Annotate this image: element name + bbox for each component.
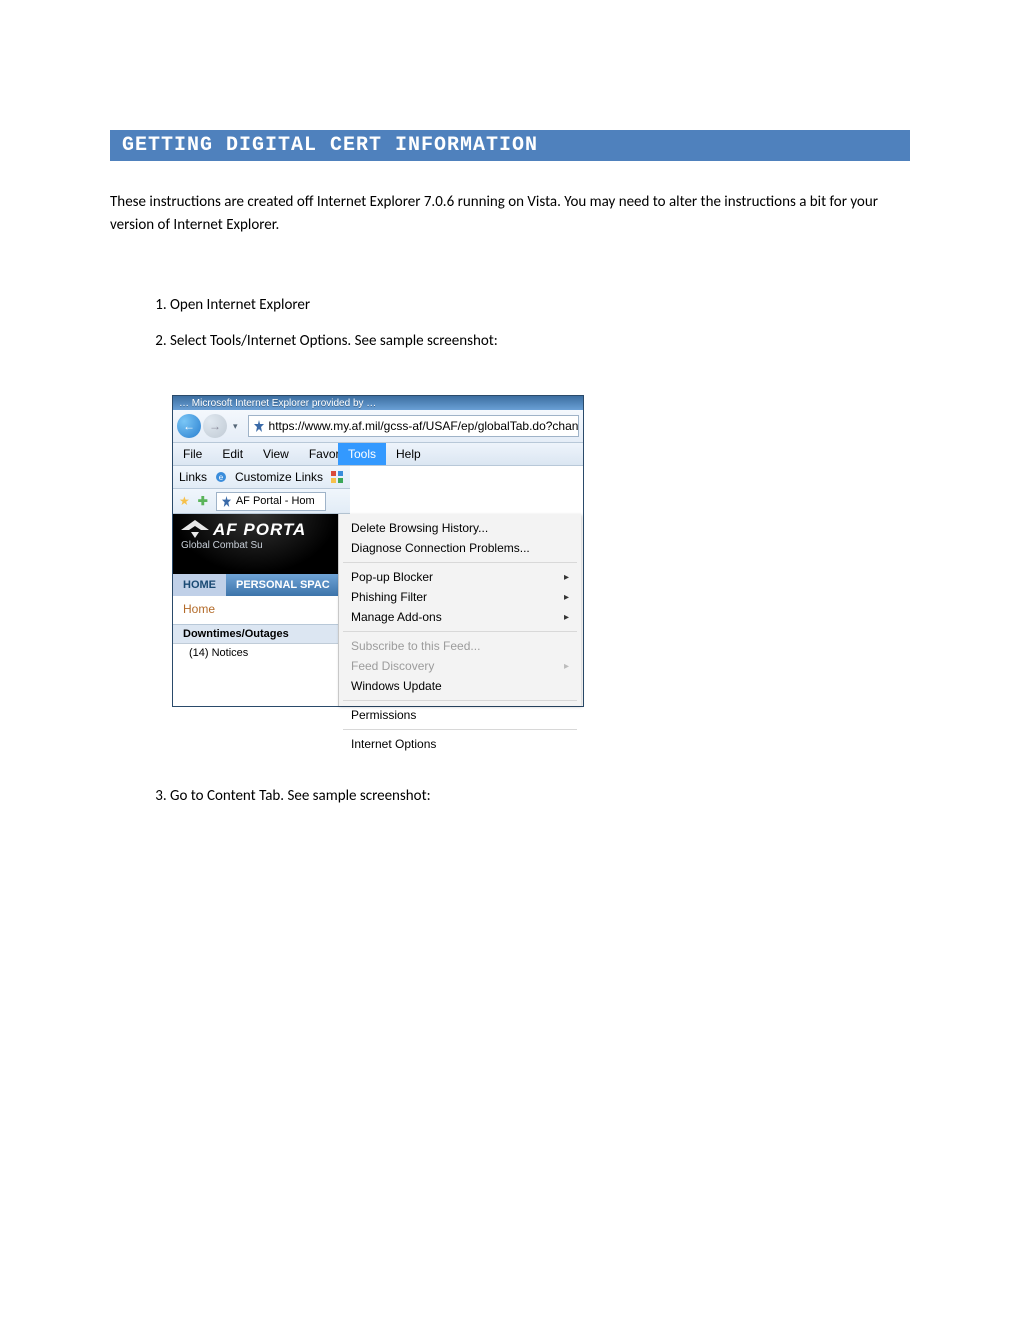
portal-tab-home[interactable]: HOME: [173, 574, 226, 596]
sidebar-row-notices[interactable]: (14) Notices: [173, 644, 338, 662]
af-site-icon: [221, 496, 232, 507]
window-titlebar: … Microsoft Internet Explorer provided b…: [173, 396, 583, 410]
dd-feed-discovery: Feed Discovery▸: [339, 656, 581, 676]
browser-tab-label: AF Portal - Hom: [236, 495, 315, 507]
dd-separator: [343, 562, 577, 563]
document-page: GETTING DIGITAL CERT INFORMATION These i…: [0, 0, 1020, 805]
customize-links[interactable]: Customize Links: [235, 470, 323, 484]
menu-bar: File Edit View Favorites Tools Help: [173, 443, 583, 466]
menu-edit[interactable]: Edit: [212, 443, 253, 465]
dd-manage-addons[interactable]: Manage Add-ons▸: [339, 607, 581, 627]
dd-permissions[interactable]: Permissions: [339, 705, 581, 725]
nav-toolbar: ← → ▾ https://www.my.af.mil/gcss-af/USAF…: [173, 410, 583, 443]
af-wings-icon: [181, 520, 209, 538]
submenu-arrow-icon: ▸: [564, 592, 569, 603]
dd-delete-history[interactable]: Delete Browsing History...: [339, 518, 581, 538]
step-3: Go to Content Tab. See sample screenshot…: [170, 787, 910, 805]
nav-history-dropdown-icon[interactable]: ▾: [229, 421, 242, 432]
dd-separator: [343, 700, 577, 701]
af-portal-banner: AF PORTA Global Combat Su: [173, 514, 338, 574]
dd-internet-options[interactable]: Internet Options: [339, 734, 581, 754]
google-icon: [331, 471, 343, 483]
forward-button[interactable]: →: [203, 414, 227, 438]
page-content: AF PORTA Global Combat Su HOME PERSONAL …: [173, 514, 583, 706]
screenshot-figure: … Microsoft Internet Explorer provided b…: [172, 395, 910, 707]
section-heading: GETTING DIGITAL CERT INFORMATION: [110, 130, 910, 161]
ie-window: … Microsoft Internet Explorer provided b…: [172, 395, 584, 707]
favorites-bar: ★ ✚ AF Portal - Hom: [173, 489, 350, 514]
links-label: Links: [179, 470, 207, 484]
intro-paragraph: These instructions are created off Inter…: [110, 191, 910, 236]
breadcrumb-home[interactable]: Home: [173, 596, 338, 624]
left-page-column: AF PORTA Global Combat Su HOME PERSONAL …: [173, 514, 339, 706]
site-icon: [253, 420, 265, 432]
dd-phishing-filter[interactable]: Phishing Filter▸: [339, 587, 581, 607]
svg-text:e: e: [219, 473, 224, 482]
dd-windows-update[interactable]: Windows Update: [339, 676, 581, 696]
menu-tools[interactable]: Tools: [338, 443, 386, 465]
submenu-arrow-icon: ▸: [564, 572, 569, 583]
address-text: https://www.my.af.mil/gcss-af/USAF/ep/gl…: [269, 419, 579, 433]
dd-separator: [343, 729, 577, 730]
tools-dropdown: Delete Browsing History... Diagnose Conn…: [338, 514, 581, 706]
add-favorite-icon[interactable]: ✚: [198, 494, 208, 508]
links-toolbar: Links e Customize Links: [173, 466, 350, 489]
back-arrow-icon: ←: [183, 419, 195, 433]
favorites-star-icon[interactable]: ★: [179, 494, 190, 508]
dd-diagnose[interactable]: Diagnose Connection Problems...: [339, 538, 581, 558]
step-1: Open Internet Explorer: [170, 296, 910, 314]
menu-file[interactable]: File: [173, 443, 212, 465]
portal-tabs: HOME PERSONAL SPAC: [173, 574, 338, 596]
steps-list-continued: Go to Content Tab. See sample screenshot…: [140, 787, 910, 805]
browser-tab[interactable]: AF Portal - Hom: [216, 492, 326, 511]
titlebar-text: … Microsoft Internet Explorer provided b…: [179, 398, 376, 409]
menu-view[interactable]: View: [253, 443, 299, 465]
ie-icon: e: [215, 471, 227, 483]
menu-help[interactable]: Help: [386, 443, 431, 465]
submenu-arrow-icon: ▸: [564, 661, 569, 672]
back-button[interactable]: ←: [177, 414, 201, 438]
dd-popup-blocker[interactable]: Pop-up Blocker▸: [339, 567, 581, 587]
sidebar-block: Downtimes/Outages (14) Notices: [173, 624, 338, 662]
dd-subscribe-feed: Subscribe to this Feed...: [339, 636, 581, 656]
dd-separator: [343, 631, 577, 632]
section-heading-text: GETTING DIGITAL CERT INFORMATION: [122, 134, 538, 157]
submenu-arrow-icon: ▸: [564, 612, 569, 623]
step-2: Select Tools/Internet Options. See sampl…: [170, 332, 910, 350]
portal-tab-personal[interactable]: PERSONAL SPAC: [226, 574, 340, 596]
banner-subtitle: Global Combat Su: [181, 540, 330, 551]
sidebar-heading: Downtimes/Outages: [173, 625, 338, 644]
steps-list: Open Internet Explorer Select Tools/Inte…: [140, 296, 910, 350]
address-bar[interactable]: https://www.my.af.mil/gcss-af/USAF/ep/gl…: [248, 415, 579, 437]
forward-arrow-icon: →: [209, 419, 221, 433]
